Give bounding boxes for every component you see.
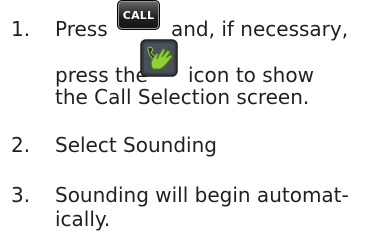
step-text: press the: [55, 63, 148, 87]
step-number: 3.: [11, 183, 31, 207]
step-text: and, if necessary,: [171, 17, 349, 41]
step-number: 2.: [11, 133, 31, 157]
step-text: ically.: [55, 207, 111, 231]
step-text: Select Sounding: [55, 133, 217, 157]
step-text: icon to show: [188, 63, 314, 87]
step-text: Sounding will begin automat-: [55, 183, 349, 207]
step-number: 1.: [11, 17, 31, 41]
call-select-hand-icon[interactable]: [140, 39, 178, 77]
step-text: the Call Selection screen.: [55, 85, 310, 109]
call-key-label: CALL: [122, 8, 155, 22]
step-text: Press: [55, 17, 108, 41]
call-key-button[interactable]: CALL: [117, 0, 160, 30]
